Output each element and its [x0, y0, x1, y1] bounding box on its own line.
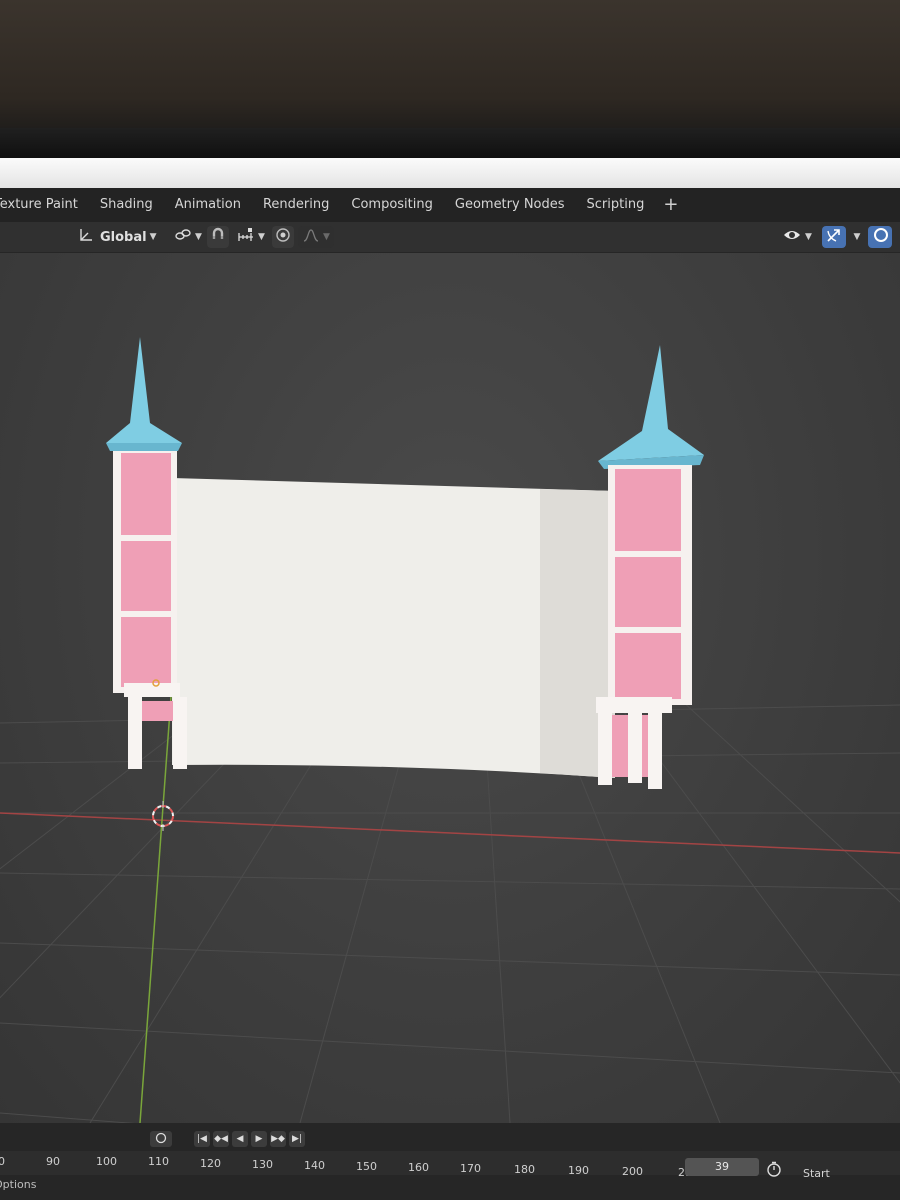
orientation-axes-icon: [78, 227, 94, 247]
left-tower: [106, 337, 187, 769]
start-frame-label: Start: [803, 1167, 830, 1180]
transform-orientation-group: Global ▼: [74, 225, 161, 249]
chevron-down-icon: ▼: [258, 232, 265, 242]
transform-orientation-dropdown[interactable]: Global ▼: [74, 226, 161, 248]
frame-tick: 170: [460, 1162, 481, 1175]
monitor-bezel: [0, 128, 900, 162]
prev-keyframe-icon: ◆◀: [214, 1134, 228, 1144]
frame-tick: 140: [304, 1159, 325, 1172]
frame-tick: 100: [96, 1155, 117, 1168]
jump-start-button[interactable]: |◀: [194, 1131, 210, 1147]
frame-ruler[interactable]: 0 90 100 110 120 130 140 150 160 170 180…: [0, 1151, 900, 1179]
play-reverse-button[interactable]: ◀: [232, 1131, 248, 1147]
proportional-edit-icon: [275, 227, 291, 247]
viewport-scene: [0, 337, 900, 1123]
frame-tick: 150: [356, 1160, 377, 1173]
gizmo-group: ▼: [822, 225, 892, 249]
x-axis-line: [0, 812, 900, 854]
snap-toggle[interactable]: [207, 226, 229, 248]
gizmo-icon: [825, 226, 843, 248]
tab-texture-paint[interactable]: Texture Paint: [0, 188, 89, 222]
prev-keyframe-button[interactable]: ◆◀: [213, 1131, 229, 1147]
chevron-down-icon: ▼: [853, 232, 861, 242]
chevron-down-icon: ▼: [805, 232, 812, 242]
tab-animation[interactable]: Animation: [164, 188, 252, 222]
snap-group: ▼: [207, 225, 269, 249]
pivot-point-dropdown[interactable]: ▼: [170, 226, 206, 248]
jump-end-icon: ▶|: [292, 1134, 302, 1144]
tab-rendering[interactable]: Rendering: [252, 188, 340, 222]
frame-tick: 110: [148, 1155, 169, 1168]
tab-compositing[interactable]: Compositing: [340, 188, 444, 222]
visibility-group: ▼: [778, 225, 816, 249]
playback-controls: |◀ ◆◀ ◀ ▶ ▶◆ ▶|: [150, 1129, 305, 1149]
frame-tick: 90: [46, 1155, 60, 1168]
chevron-down-icon: ▼: [195, 232, 202, 242]
link-icon: [174, 227, 192, 247]
background-wall: [0, 0, 900, 140]
chevron-down-icon: ▼: [323, 232, 330, 242]
tab-scripting[interactable]: Scripting: [576, 188, 656, 222]
frame-tick: 180: [514, 1163, 535, 1176]
tab-shading[interactable]: Shading: [89, 188, 164, 222]
keying-dropdown[interactable]: [150, 1131, 172, 1147]
overlay-toggle[interactable]: [868, 226, 892, 248]
jump-start-icon: |◀: [197, 1134, 207, 1144]
frame-tick: 130: [252, 1158, 273, 1171]
next-keyframe-button[interactable]: ▶◆: [270, 1131, 286, 1147]
blender-window: Texture Paint Shading Animation Renderin…: [0, 158, 900, 1200]
pivot-group: ▼: [170, 225, 206, 249]
overlay-icon: [871, 226, 889, 248]
tab-geometry-nodes[interactable]: Geometry Nodes: [444, 188, 576, 222]
right-tower: [596, 345, 704, 789]
viewport-header: Global ▼ ▼ ▼ ▼ ▼ ▼: [0, 222, 900, 253]
frame-tick: 190: [568, 1164, 589, 1177]
jump-end-button[interactable]: ▶|: [289, 1131, 305, 1147]
transform-orientation-label: Global: [100, 229, 147, 245]
chevron-down-icon: ▼: [149, 232, 157, 242]
snap-target-dropdown[interactable]: ▼: [233, 226, 269, 248]
current-frame-field[interactable]: 39: [685, 1158, 759, 1176]
frame-tick: 0: [0, 1155, 5, 1168]
falloff-curve-icon: [302, 227, 320, 247]
3d-viewport[interactable]: [0, 253, 900, 1123]
proportional-edit-group: ▼: [272, 225, 334, 249]
options-menu[interactable]: Options: [0, 1178, 36, 1191]
workspace-tab-bar: Texture Paint Shading Animation Renderin…: [0, 188, 900, 222]
play-icon: ▶: [255, 1134, 263, 1144]
snap-increment-icon: [237, 227, 255, 247]
selectability-visibility-dropdown[interactable]: ▼: [778, 226, 816, 248]
stopwatch-icon[interactable]: [766, 1161, 782, 1177]
frame-tick: 120: [200, 1157, 221, 1170]
screen-glare: [0, 158, 900, 188]
magnet-icon: [210, 227, 226, 247]
falloff-dropdown[interactable]: ▼: [298, 226, 334, 248]
next-keyframe-icon: ▶◆: [271, 1134, 285, 1144]
add-workspace-button[interactable]: +: [655, 188, 686, 222]
gizmo-toggle[interactable]: [822, 226, 846, 248]
gizmo-dropdown[interactable]: ▼: [850, 226, 864, 248]
timeline-editor: |◀ ◆◀ ◀ ▶ ▶◆ ▶| 0 90 100 110 120 130 140…: [0, 1123, 900, 1200]
play-button[interactable]: ▶: [251, 1131, 267, 1147]
frame-tick: 160: [408, 1161, 429, 1174]
eye-icon: [782, 227, 802, 247]
proportional-edit-toggle[interactable]: [272, 226, 294, 248]
play-reverse-icon: ◀: [236, 1134, 244, 1144]
record-icon: [155, 1132, 167, 1147]
frame-tick: 200: [622, 1165, 643, 1178]
